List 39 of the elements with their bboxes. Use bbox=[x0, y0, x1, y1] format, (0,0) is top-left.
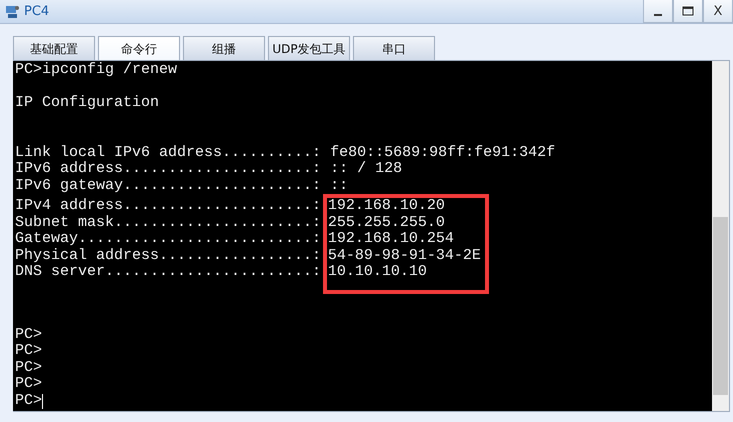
window-title: PC4 bbox=[24, 4, 50, 19]
pc-icon bbox=[4, 4, 20, 20]
tab[interactable]: 组播 bbox=[183, 36, 265, 61]
text-cursor bbox=[42, 394, 44, 408]
field-value: 192.168.10.20 bbox=[328, 198, 445, 214]
tab[interactable]: 命令行 bbox=[98, 36, 180, 61]
terminal-prompt[interactable]: PC> bbox=[15, 392, 42, 409]
field-label: DNS server.......................: bbox=[15, 264, 322, 280]
field-value: :: bbox=[330, 178, 348, 194]
field-value: 54-89-98-91-34-2E bbox=[328, 248, 481, 264]
field-label: Subnet mask......................: bbox=[15, 214, 322, 231]
close-button[interactable]: X bbox=[703, 0, 733, 23]
tab[interactable]: 串口 bbox=[353, 36, 435, 61]
field-label: Gateway..........................: bbox=[15, 231, 322, 248]
field-label: IPv4 address.....................: bbox=[15, 198, 322, 214]
scrollbar-thumb[interactable] bbox=[713, 217, 728, 395]
field-label: IPv6 address.....................: bbox=[15, 161, 322, 178]
field-label: Link local IPv6 address..........: bbox=[15, 144, 322, 161]
minimize-icon bbox=[654, 14, 662, 16]
maximize-button[interactable] bbox=[673, 0, 703, 23]
field-label: Physical address.................: bbox=[15, 248, 322, 264]
scrollbar[interactable] bbox=[712, 61, 729, 411]
terminal[interactable] bbox=[13, 61, 712, 411]
field-value: fe80::5689:98ff:fe91:342f bbox=[330, 144, 556, 161]
tab[interactable]: UDP发包工具 bbox=[268, 36, 350, 61]
terminal-line: PC> bbox=[15, 376, 42, 392]
field-value: :: / 128 bbox=[330, 161, 402, 178]
terminal-line: IP Configuration bbox=[15, 95, 160, 112]
field-value: 10.10.10.10 bbox=[328, 264, 427, 280]
terminal-line: PC> bbox=[15, 326, 42, 343]
field-value: 192.168.10.254 bbox=[328, 231, 454, 248]
field-label: IPv6 gateway.....................: bbox=[15, 178, 322, 194]
field-value: 255.255.255.0 bbox=[328, 214, 445, 231]
terminal-line: PC>ipconfig /renew bbox=[15, 62, 178, 78]
maximize-icon bbox=[682, 6, 694, 16]
minimize-button[interactable] bbox=[643, 0, 673, 23]
terminal-line: PC> bbox=[15, 343, 42, 360]
tab[interactable]: 基础配置 bbox=[13, 36, 95, 61]
terminal-line: PC> bbox=[15, 360, 42, 376]
